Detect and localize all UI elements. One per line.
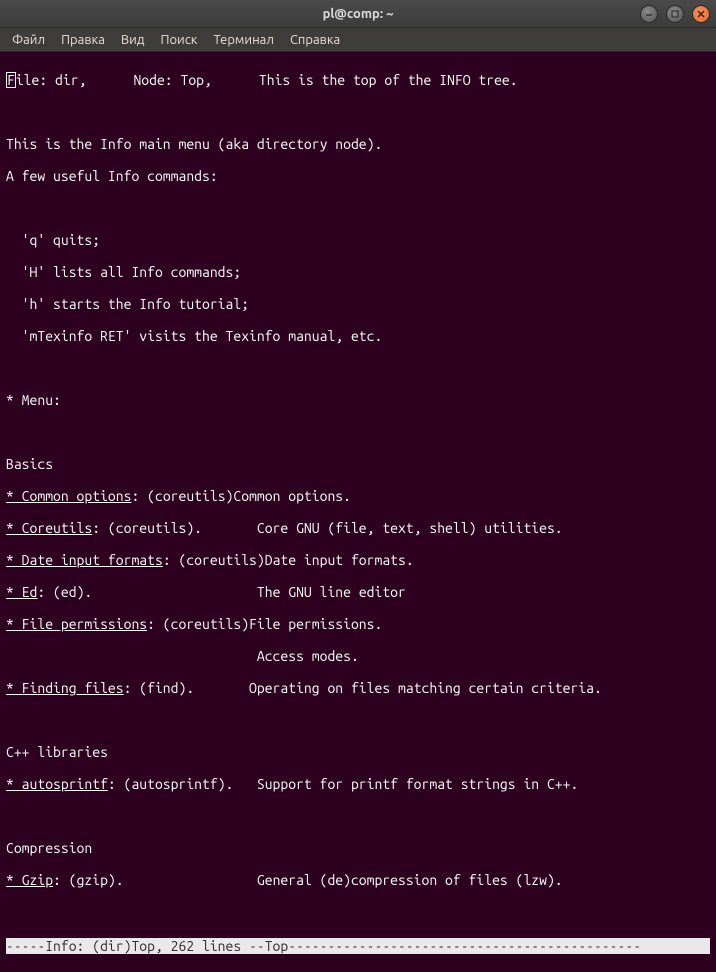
minimize-icon — [645, 10, 653, 18]
menu-file-permissions[interactable]: * File permissions: (coreutils)File perm… — [6, 616, 710, 632]
link-coreutils[interactable]: * Coreutils — [6, 520, 92, 536]
window-title: pl@comp: ~ — [323, 7, 394, 21]
menu-help[interactable]: Справка — [284, 31, 346, 49]
maximize-button[interactable] — [666, 5, 684, 23]
link-date-input[interactable]: * Date input formats — [6, 552, 163, 568]
menu-file[interactable]: Файл — [6, 31, 51, 49]
info-header-line: File: dir, Node: Top, This is the top of… — [6, 72, 710, 88]
menu-view[interactable]: Вид — [115, 31, 151, 49]
rest-finding-files: : (find). Operating on files matching ce… — [124, 680, 602, 696]
link-ed[interactable]: * Ed — [6, 584, 37, 600]
close-icon — [697, 10, 705, 18]
link-gzip[interactable]: * Gzip — [6, 872, 53, 888]
link-file-permissions[interactable]: * File permissions — [6, 616, 147, 632]
menu-gzip[interactable]: * Gzip: (gzip). General (de)compression … — [6, 872, 710, 888]
info-statusline: -----Info: (dir)Top, 262 lines --Top----… — [6, 938, 710, 954]
rest-autosprintf: : (autosprintf). Support for printf form… — [108, 776, 578, 792]
cursor: F — [6, 72, 16, 88]
rest-ed: : (ed). The GNU line editor — [37, 584, 405, 600]
cmd-texinfo: 'mTexinfo RET' visits the Texinfo manual… — [6, 328, 710, 344]
menu-common-options[interactable]: * Common options: (coreutils)Common opti… — [6, 488, 710, 504]
menu-edit[interactable]: Правка — [55, 31, 111, 49]
menu-file-permissions-cont: Access modes. — [6, 648, 710, 664]
basics-header: Basics — [6, 456, 710, 472]
link-finding-files[interactable]: * Finding files — [6, 680, 124, 696]
cmd-tutorial: 'h' starts the Info tutorial; — [6, 296, 710, 312]
rest-file-permissions: : (coreutils)File permissions. — [147, 616, 382, 632]
window-controls — [640, 5, 710, 23]
link-autosprintf[interactable]: * autosprintf — [6, 776, 108, 792]
close-button[interactable] — [692, 5, 710, 23]
intro-line-1: This is the Info main menu (aka director… — [6, 136, 710, 152]
window-titlebar: pl@comp: ~ — [0, 0, 716, 28]
rest-gzip: : (gzip). General (de)compression of fil… — [53, 872, 563, 888]
cmd-quit: 'q' quits; — [6, 232, 710, 248]
rest-date-input: : (coreutils)Date input formats. — [163, 552, 414, 568]
menu-autosprintf[interactable]: * autosprintf: (autosprintf). Support fo… — [6, 776, 710, 792]
menu-coreutils[interactable]: * Coreutils: (coreutils). Core GNU (file… — [6, 520, 710, 536]
maximize-icon — [671, 10, 679, 18]
menu-terminal[interactable]: Терминал — [207, 31, 279, 49]
menu-ed[interactable]: * Ed: (ed). The GNU line editor — [6, 584, 710, 600]
cmd-list: 'H' lists all Info commands; — [6, 264, 710, 280]
link-common-options[interactable]: * Common options — [6, 488, 131, 504]
rest-coreutils: : (coreutils). Core GNU (file, text, she… — [92, 520, 562, 536]
menu-header: * Menu: — [6, 392, 710, 408]
menu-search[interactable]: Поиск — [154, 31, 203, 49]
rest-common-options: : (coreutils)Common options. — [131, 488, 351, 504]
minimize-button[interactable] — [640, 5, 658, 23]
compression-header: Compression — [6, 840, 710, 856]
menu-date-input[interactable]: * Date input formats: (coreutils)Date in… — [6, 552, 710, 568]
intro-line-2: A few useful Info commands: — [6, 168, 710, 184]
info-header-text: ile: dir, Node: Top, This is the top of … — [16, 72, 518, 88]
cpp-header: C++ libraries — [6, 744, 710, 760]
menubar: Файл Правка Вид Поиск Терминал Справка — [0, 28, 716, 52]
terminal-content[interactable]: File: dir, Node: Top, This is the top of… — [0, 52, 716, 972]
menu-finding-files[interactable]: * Finding files: (find). Operating on fi… — [6, 680, 710, 696]
